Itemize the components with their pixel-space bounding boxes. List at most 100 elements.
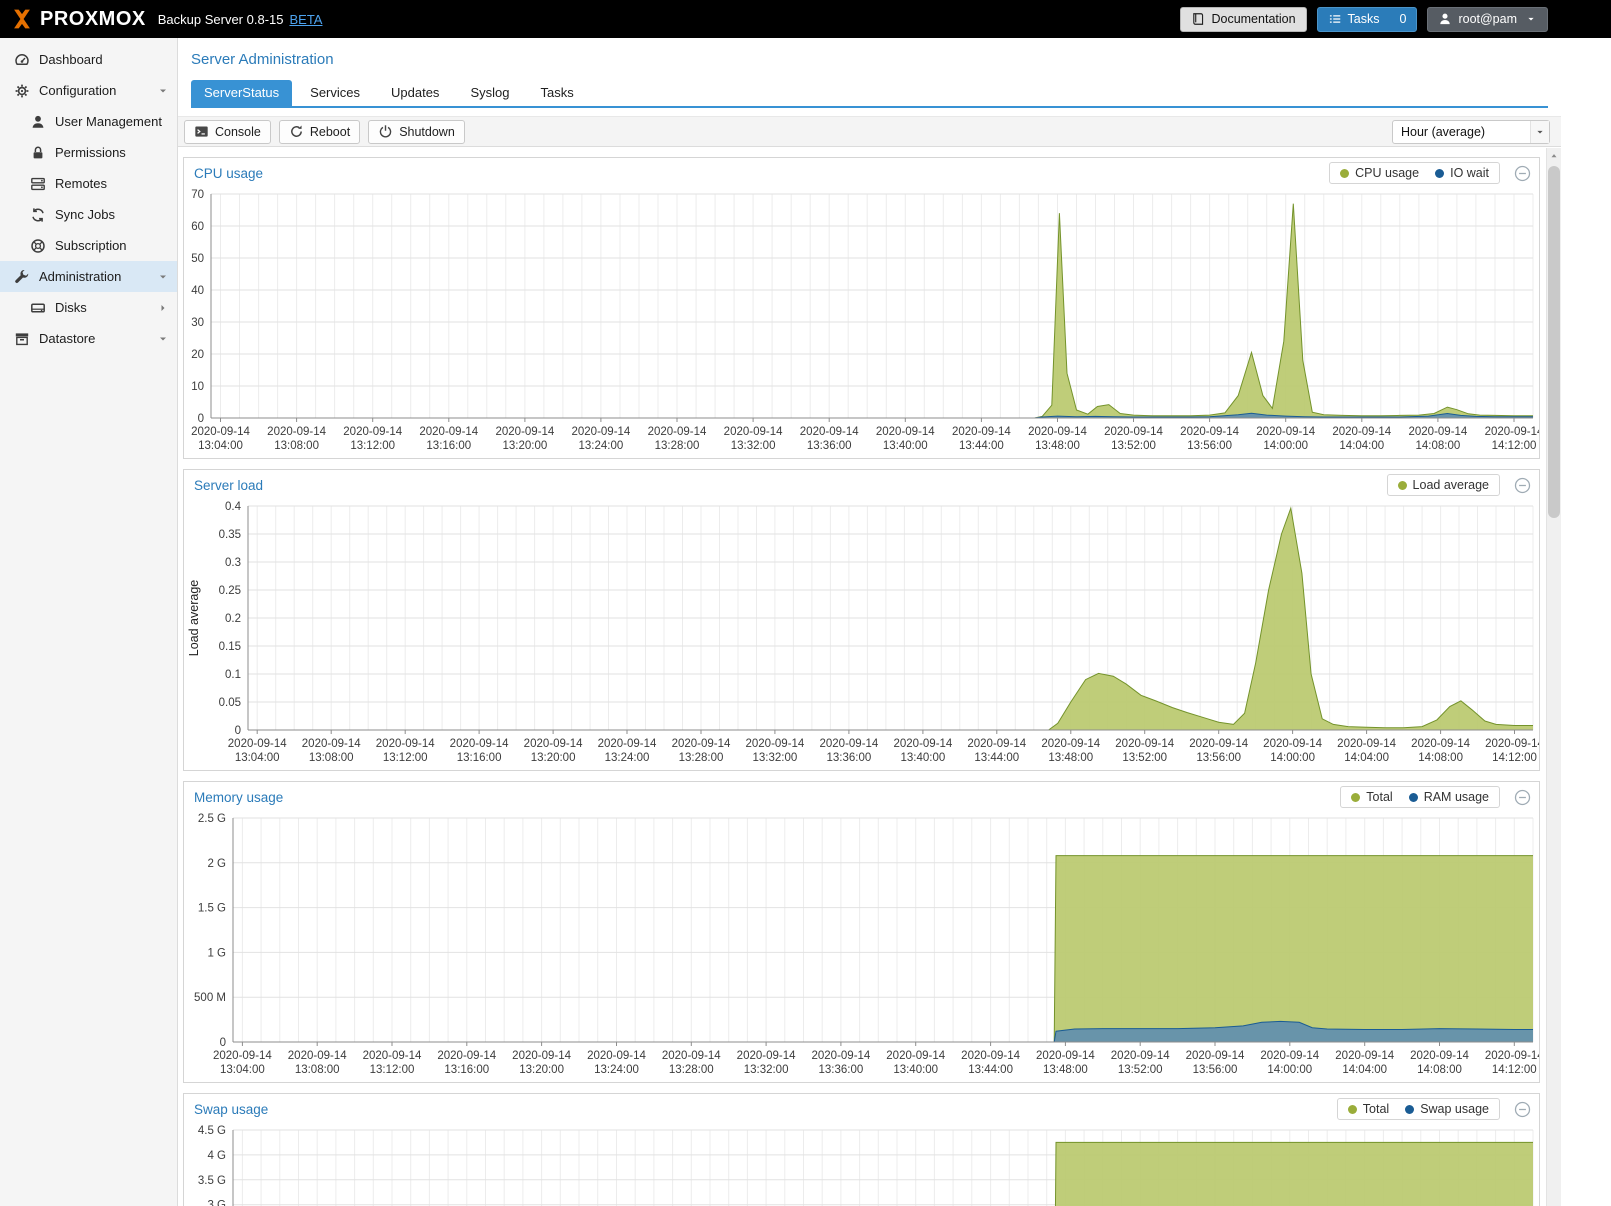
sidebar-item-dashboard[interactable]: Dashboard xyxy=(0,44,177,75)
svg-text:0: 0 xyxy=(235,725,241,737)
svg-text:2020-09-14: 2020-09-14 xyxy=(213,1050,272,1062)
svg-text:2020-09-14: 2020-09-14 xyxy=(343,426,402,438)
shutdown-icon xyxy=(378,124,393,139)
svg-text:14:00:00: 14:00:00 xyxy=(1267,1064,1312,1076)
svg-text:13:28:00: 13:28:00 xyxy=(679,752,724,764)
svg-text:2020-09-14: 2020-09-14 xyxy=(288,1050,347,1062)
sidebar-item-sync-jobs[interactable]: Sync Jobs xyxy=(0,199,177,230)
panel-title: CPU usage xyxy=(194,166,263,181)
scroll-up-icon[interactable] xyxy=(1547,148,1561,164)
chart-server-load: 00.050.10.150.20.250.30.350.42020-09-141… xyxy=(184,500,1539,770)
collapse-panel-icon[interactable] xyxy=(1514,165,1531,182)
chart-legend: TotalRAM usage xyxy=(1340,786,1500,808)
documentation-button[interactable]: Documentation xyxy=(1180,7,1306,32)
svg-text:13:04:00: 13:04:00 xyxy=(235,752,280,764)
svg-text:13:44:00: 13:44:00 xyxy=(968,1064,1013,1076)
chevron-down-icon[interactable] xyxy=(157,333,169,345)
sidebar-item-label: Configuration xyxy=(39,83,116,98)
scrollbar-thumb[interactable] xyxy=(1548,166,1560,518)
sidebar-item-datastore[interactable]: Datastore xyxy=(0,323,177,354)
console-icon xyxy=(194,124,209,139)
svg-text:2 G: 2 G xyxy=(207,858,226,870)
svg-text:13:24:00: 13:24:00 xyxy=(605,752,650,764)
svg-text:0.4: 0.4 xyxy=(225,501,242,513)
chevron-down-icon[interactable] xyxy=(157,85,169,97)
legend-label: Total xyxy=(1363,1102,1389,1116)
tab-updates[interactable]: Updates xyxy=(378,80,452,106)
svg-text:13:20:00: 13:20:00 xyxy=(519,1064,564,1076)
legend-item: Total xyxy=(1348,1102,1389,1116)
sidebar-item-configuration[interactable]: Configuration xyxy=(0,75,177,106)
chart-legend: CPU usage IO wait xyxy=(1329,162,1500,184)
svg-text:13:16:00: 13:16:00 xyxy=(457,752,502,764)
collapse-panel-icon[interactable] xyxy=(1514,789,1531,806)
svg-text:2020-09-14: 2020-09-14 xyxy=(587,1050,646,1062)
sidebar-item-label: Dashboard xyxy=(39,52,103,67)
console-button[interactable]: Console xyxy=(184,120,271,144)
svg-text:1.5 G: 1.5 G xyxy=(198,903,226,915)
svg-text:0: 0 xyxy=(220,1037,226,1049)
svg-text:2020-09-14: 2020-09-14 xyxy=(363,1050,422,1062)
svg-text:2.5 G: 2.5 G xyxy=(198,813,226,825)
reboot-button[interactable]: Reboot xyxy=(279,120,360,144)
svg-text:2020-09-14: 2020-09-14 xyxy=(1186,1050,1245,1062)
user-menu-button[interactable]: root@pam xyxy=(1427,7,1548,32)
chart-cpu-usage: 0102030405060702020-09-1413:04:002020-09… xyxy=(184,188,1539,458)
svg-text:14:12:00: 14:12:00 xyxy=(1492,1064,1537,1076)
timeframe-select[interactable]: Hour (average) xyxy=(1392,120,1550,144)
svg-text:2020-09-14: 2020-09-14 xyxy=(302,738,361,750)
svg-text:0.3: 0.3 xyxy=(225,557,241,569)
svg-text:14:08:00: 14:08:00 xyxy=(1416,440,1461,452)
sidebar-item-permissions[interactable]: Permissions xyxy=(0,137,177,168)
panel-memory-usage: Memory usageTotalRAM usage0500 M1 G1.5 G… xyxy=(183,781,1540,1083)
legend-item: Total xyxy=(1351,790,1392,804)
tab-services[interactable]: Services xyxy=(297,80,373,106)
beta-link[interactable]: BETA xyxy=(289,12,322,27)
tab-tasks[interactable]: Tasks xyxy=(527,80,586,106)
svg-text:2020-09-14: 2020-09-14 xyxy=(267,426,326,438)
sidebar-item-user-management[interactable]: User Management xyxy=(0,106,177,137)
panel-header: Swap usageTotalSwap usage xyxy=(184,1094,1539,1124)
sidebar-item-remotes[interactable]: Remotes xyxy=(0,168,177,199)
svg-text:13:08:00: 13:08:00 xyxy=(295,1064,340,1076)
sidebar-item-subscription[interactable]: Subscription xyxy=(0,230,177,261)
legend-label: IO wait xyxy=(1450,166,1489,180)
svg-text:2020-09-14: 2020-09-14 xyxy=(419,426,478,438)
svg-text:13:56:00: 13:56:00 xyxy=(1193,1064,1238,1076)
vertical-scrollbar[interactable] xyxy=(1546,148,1561,1206)
sidebar-item-administration[interactable]: Administration xyxy=(0,261,177,292)
svg-text:2020-09-14: 2020-09-14 xyxy=(800,426,859,438)
header-buttons: Documentation Tasks 0 root@pam xyxy=(1180,7,1548,32)
tab-serverstatus[interactable]: ServerStatus xyxy=(191,80,292,106)
chevron-right-icon[interactable] xyxy=(157,302,169,314)
legend-dot-icon xyxy=(1398,481,1407,490)
svg-text:50: 50 xyxy=(191,253,204,265)
sidebar-item-label: Subscription xyxy=(55,238,127,253)
svg-text:2020-09-14: 2020-09-14 xyxy=(1485,426,1539,438)
legend-dot-icon xyxy=(1348,1105,1357,1114)
svg-text:13:44:00: 13:44:00 xyxy=(974,752,1019,764)
collapse-panel-icon[interactable] xyxy=(1514,1101,1531,1118)
legend-label: CPU usage xyxy=(1355,166,1419,180)
svg-text:2020-09-14: 2020-09-14 xyxy=(1189,738,1248,750)
svg-text:3 G: 3 G xyxy=(207,1200,226,1206)
panel-body: 0500 M1 G1.5 G2 G2.5 G3 G3.5 G4 G4.5 G20… xyxy=(184,1124,1539,1206)
chevron-down-icon[interactable] xyxy=(157,271,169,283)
svg-text:2020-09-14: 2020-09-14 xyxy=(1485,738,1539,750)
app-header: PROXMOX Backup Server 0.8-15 BETA Docume… xyxy=(0,0,1611,38)
collapse-panel-icon[interactable] xyxy=(1514,477,1531,494)
combo-trigger[interactable] xyxy=(1530,121,1549,143)
tab-syslog[interactable]: Syslog xyxy=(457,80,522,106)
shutdown-button[interactable]: Shutdown xyxy=(368,120,465,144)
sidebar-item-disks[interactable]: Disks xyxy=(0,292,177,323)
svg-text:13:12:00: 13:12:00 xyxy=(350,440,395,452)
svg-text:14:08:00: 14:08:00 xyxy=(1418,752,1463,764)
svg-text:10: 10 xyxy=(191,381,204,393)
legend-label: Load average xyxy=(1413,478,1489,492)
svg-text:14:08:00: 14:08:00 xyxy=(1417,1064,1462,1076)
panel-swap-usage: Swap usageTotalSwap usage0500 M1 G1.5 G2… xyxy=(183,1093,1540,1206)
sidebar-item-label: Datastore xyxy=(39,331,95,346)
tasks-button[interactable]: Tasks 0 xyxy=(1317,7,1418,32)
svg-text:2020-09-14: 2020-09-14 xyxy=(952,426,1011,438)
legend-label: Total xyxy=(1366,790,1392,804)
